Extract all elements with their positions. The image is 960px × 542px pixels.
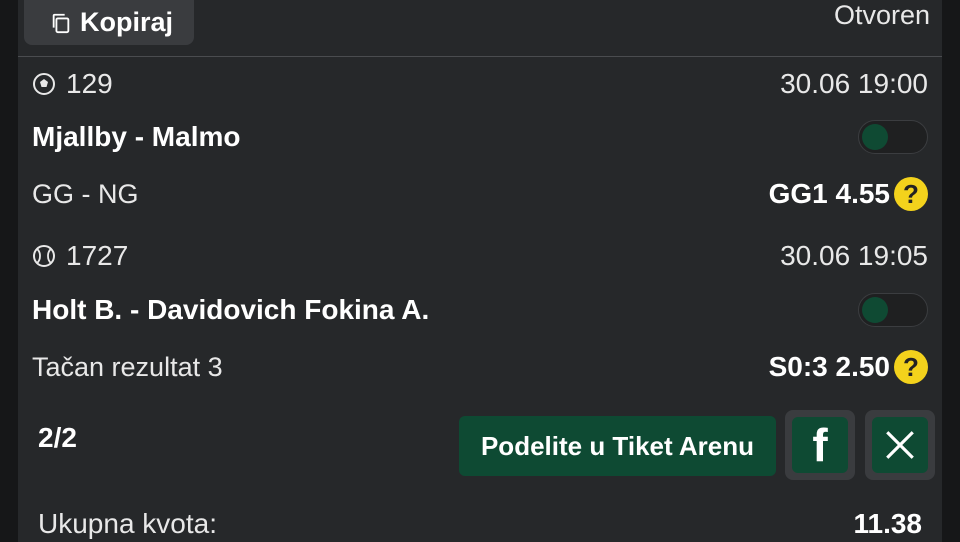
ticket-status: Otvoren [833, 0, 930, 30]
event-match-row: Holt B. - Davidovich Fokina A. [32, 293, 928, 327]
total-odds-label: Ukupna kvota: [38, 508, 217, 539]
market-name: GG - NG [32, 178, 139, 209]
event-market-row: Tačan rezultat 3 S0:3 2.50 ? [32, 350, 928, 384]
copy-icon [52, 13, 70, 33]
copy-label: Kopiraj [80, 7, 174, 37]
copy-button[interactable]: Kopiraj [24, 0, 194, 45]
help-icon[interactable]: ? [894, 350, 928, 384]
event-toggle[interactable] [858, 293, 928, 327]
event-header-row: 129 30.06 19:00 [32, 68, 928, 100]
facebook-icon: f [812, 419, 828, 471]
event-header-row: 1727 30.06 19:05 [32, 240, 928, 272]
event-datetime: 30.06 19:00 [780, 68, 928, 99]
market-name: Tačan rezultat 3 [32, 351, 223, 382]
x-share-button[interactable] [865, 410, 935, 480]
event-code: 129 [66, 68, 113, 99]
share-tiket-arena-button[interactable]: Podelite u Tiket Arenu [459, 416, 776, 476]
tennis-ball-icon [33, 245, 55, 267]
toggle-knob [862, 124, 888, 150]
pick-odds: GG1 4.55 [768, 178, 890, 209]
event-market-row: GG - NG GG1 4.55 ? [32, 177, 928, 211]
total-odds-value: 11.38 [853, 508, 922, 539]
x-icon [886, 431, 914, 459]
event-code: 1727 [66, 240, 129, 271]
event-toggle[interactable] [858, 120, 928, 154]
event-count: 2/2 [38, 422, 77, 453]
pick-odds: S0:3 2.50 [768, 351, 890, 382]
match-name: Mjallby - Malmo [32, 121, 241, 152]
divider [18, 56, 942, 57]
help-icon[interactable]: ? [894, 177, 928, 211]
toggle-knob [862, 297, 888, 323]
facebook-share-button[interactable]: f [785, 410, 855, 480]
match-name: Holt B. - Davidovich Fokina A. [32, 294, 430, 325]
soccer-ball-icon [33, 73, 55, 95]
event-datetime: 30.06 19:05 [780, 240, 928, 271]
event-match-row: Mjallby - Malmo [32, 120, 928, 154]
